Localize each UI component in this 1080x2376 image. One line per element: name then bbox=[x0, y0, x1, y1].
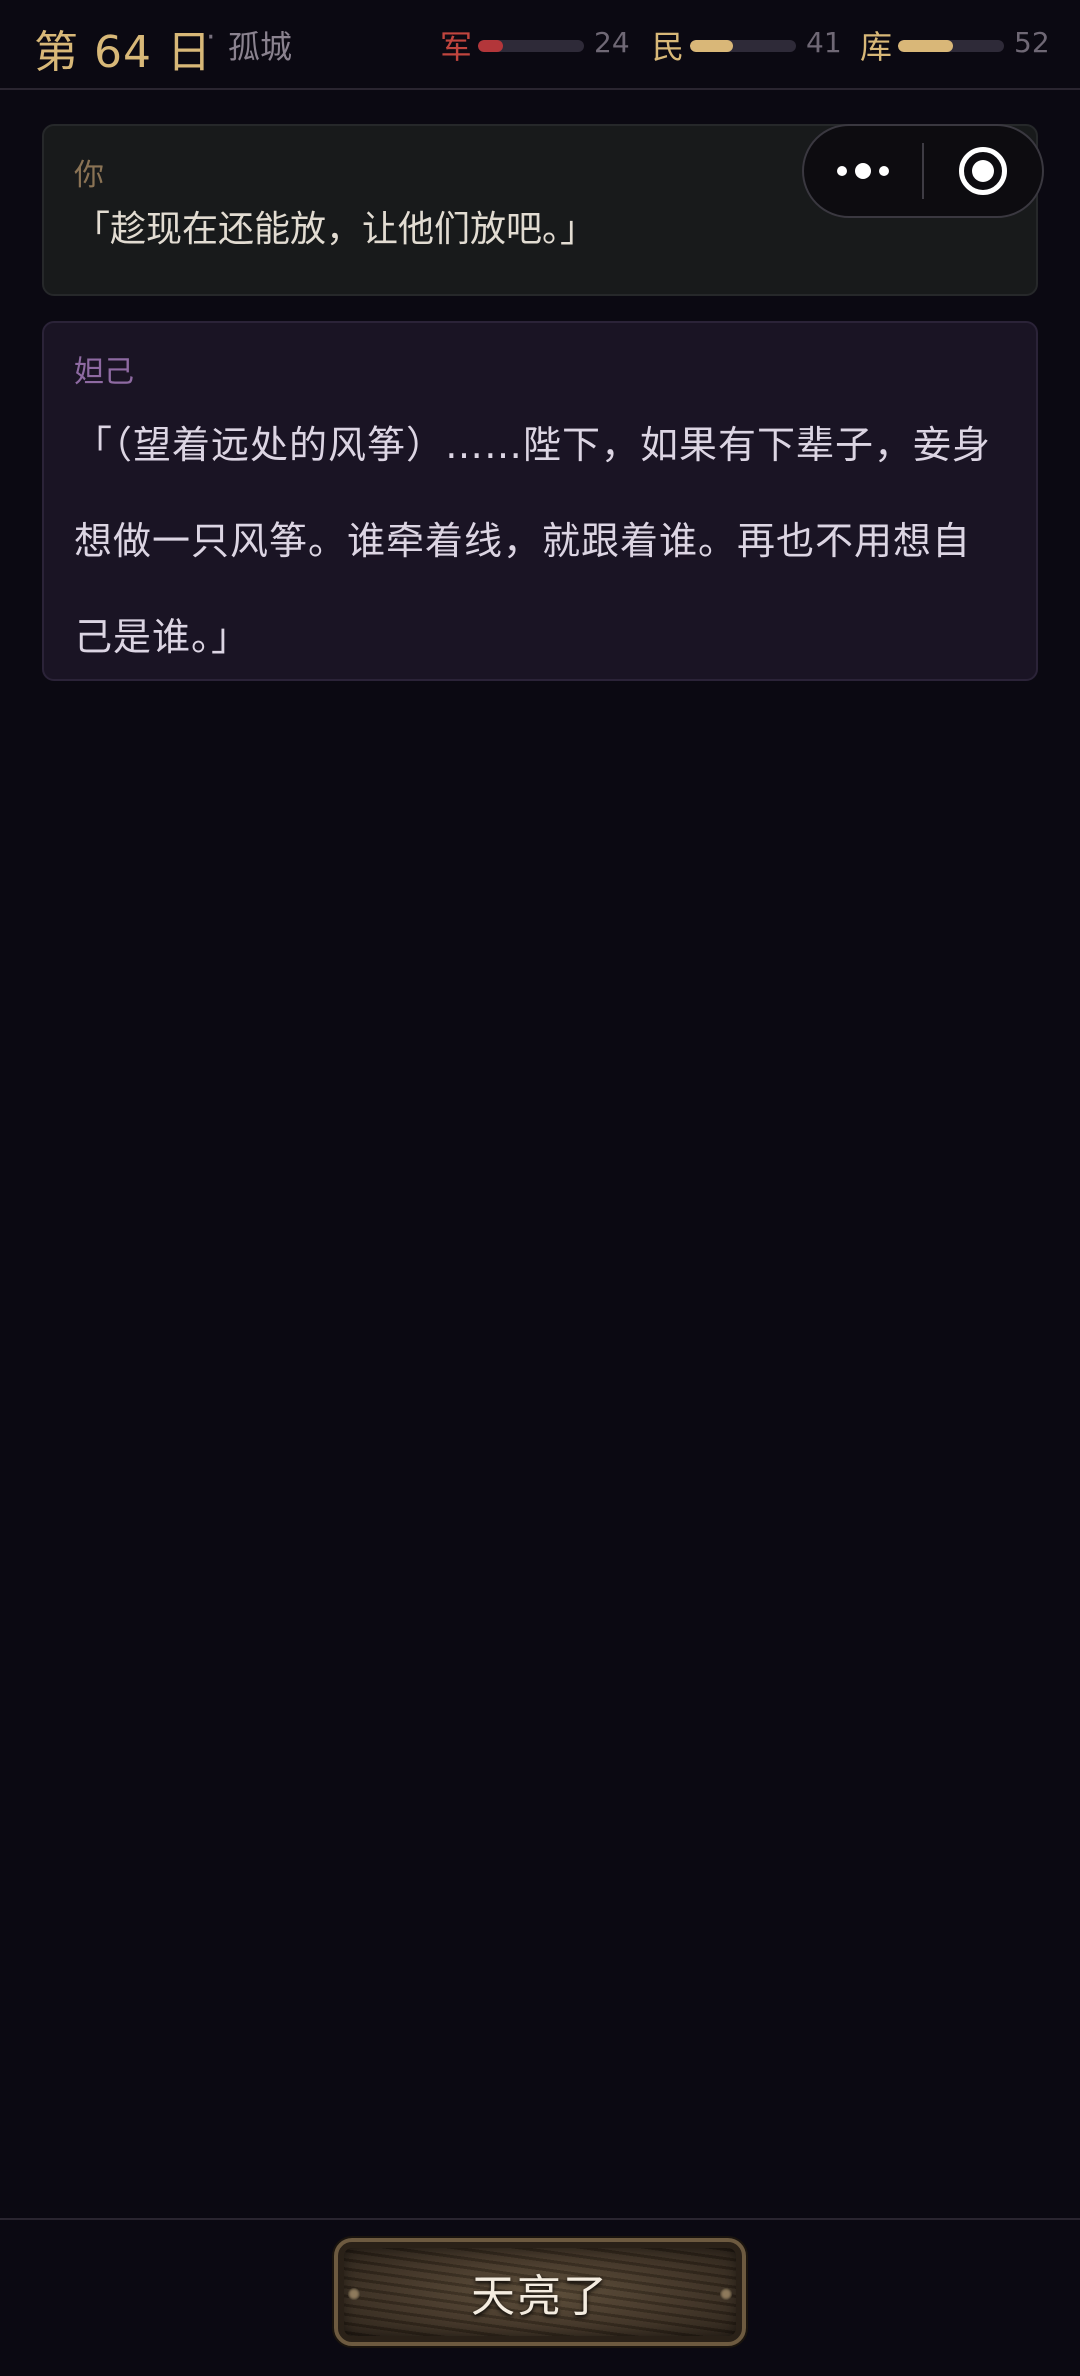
stat-army-label: 军 bbox=[440, 28, 473, 66]
stat-storage-fill bbox=[898, 40, 954, 52]
stat-army-fill bbox=[478, 40, 504, 52]
rivet-decoration bbox=[348, 2288, 360, 2300]
more-dots-icon[interactable] bbox=[804, 126, 922, 216]
status-header: 第 64 日 · 孤城 军 24 民 41 库 52 bbox=[0, 0, 1080, 90]
stat-people-fill bbox=[690, 40, 734, 52]
game-screen: 第 64 日 · 孤城 军 24 民 41 库 52 你 「趁现在还能放，让他们… bbox=[0, 0, 1080, 2376]
location-label: 孤城 bbox=[228, 28, 293, 66]
dialogue-text: 「（望着远处的风筝）……陛下，如果有下辈子，妾身想做一只风筝。谁牵着线，就跟着谁… bbox=[74, 423, 992, 659]
speaker-name: 妲己 bbox=[74, 355, 134, 390]
separator-dot: · bbox=[206, 20, 216, 55]
rivet-decoration bbox=[720, 2288, 732, 2300]
bottom-action-bar: 天亮了 bbox=[0, 2218, 1080, 2376]
close-target-icon[interactable] bbox=[924, 126, 1042, 216]
stat-storage-value: 52 bbox=[1014, 26, 1050, 59]
capsule-menu bbox=[802, 124, 1044, 218]
stat-storage-label: 库 bbox=[860, 28, 893, 66]
stat-people-value: 41 bbox=[806, 26, 842, 59]
day-counter: 第 64 日 bbox=[34, 27, 212, 78]
stat-people-label: 民 bbox=[652, 28, 685, 66]
stat-storage-bar bbox=[898, 40, 1004, 52]
stat-army-value: 24 bbox=[594, 26, 630, 59]
dawn-button-label: 天亮了 bbox=[471, 2271, 609, 2322]
dawn-button[interactable]: 天亮了 bbox=[334, 2238, 746, 2346]
dialogue-card-daji: 妲己 「（望着远处的风筝）……陛下，如果有下辈子，妾身想做一只风筝。谁牵着线，就… bbox=[42, 321, 1038, 681]
stat-army-bar bbox=[478, 40, 584, 52]
stat-people-bar bbox=[690, 40, 796, 52]
